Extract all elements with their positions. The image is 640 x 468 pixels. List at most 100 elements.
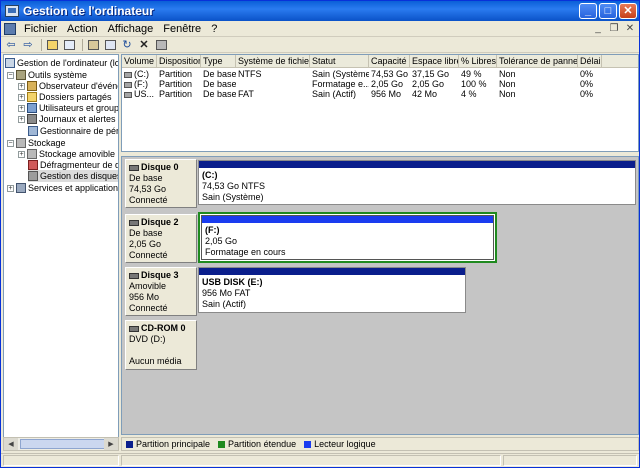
column-header-capacity[interactable]: Capacité — [369, 55, 410, 68]
column-header-type[interactable]: Type — [201, 55, 236, 68]
title-bar[interactable]: Gestion de l'ordinateur _ □ ✕ — [1, 1, 639, 21]
maximize-button[interactable]: □ — [599, 3, 617, 19]
disk-name-text: CD-ROM 0 — [141, 323, 186, 333]
column-header-overhead[interactable]: Délai — [578, 55, 602, 68]
expand-icon[interactable]: + — [18, 115, 25, 123]
tree-item-label: Stockage — [28, 138, 66, 148]
tree-horizontal-scrollbar[interactable]: ◀ ▶ — [3, 437, 119, 451]
disk-size: 2,05 Go — [129, 239, 162, 249]
column-header-volume[interactable]: Volume — [122, 55, 157, 68]
cell-volume: (C:) — [122, 69, 157, 79]
legend-swatch — [218, 440, 226, 448]
cell-capacity: 74,53 Go — [371, 69, 409, 79]
partition-info: 74,53 Go NTFS — [202, 181, 266, 191]
collapse-icon[interactable]: − — [7, 71, 14, 79]
tree-item-device-manager[interactable]: Gestionnaire de périph — [28, 125, 118, 137]
toolbar: ⇦ ⇨ ↻ ✕ — [1, 37, 639, 53]
show-tree-icon[interactable] — [62, 38, 76, 52]
properties-icon[interactable] — [86, 38, 100, 52]
column-header-status[interactable]: Statut — [310, 55, 369, 68]
mmc-icon[interactable] — [4, 22, 16, 35]
volume-row-usb[interactable]: US... Partition De base FAT Sain (Actif)… — [122, 89, 638, 99]
tree-item-label: Observateur d'événem — [39, 81, 118, 91]
disk-icon — [129, 219, 139, 226]
column-header-fault-tolerance[interactable]: Tolérance de pannes — [497, 55, 578, 68]
tree-item-services-applications[interactable]: + Services et applications — [7, 182, 119, 194]
expand-icon[interactable]: + — [18, 104, 25, 112]
shared-folder-icon — [27, 92, 37, 102]
menu-help[interactable]: ? — [206, 23, 222, 35]
scroll-left-arrow-icon[interactable]: ◀ — [4, 438, 18, 450]
disk-type: DVD (D:) — [129, 334, 166, 344]
disk-2-label[interactable]: Disque 2 De base 2,05 Go Connecté — [125, 214, 197, 263]
tree-item-performance-logs[interactable]: + Journaux et alertes de — [18, 113, 118, 125]
mdi-close-icon[interactable]: ✕ — [623, 23, 637, 35]
expand-icon[interactable]: + — [18, 150, 25, 158]
tree-item-label: Services et applications — [28, 183, 119, 193]
cell-overhead: 0% — [580, 79, 594, 89]
services-icon — [16, 183, 26, 193]
tree-item-label: Journaux et alertes de — [39, 114, 118, 124]
legend-logical-drive: Lecteur logique — [304, 439, 376, 449]
cell-free-space: 37,15 Go — [412, 69, 450, 79]
scroll-thumb[interactable] — [20, 439, 112, 449]
expand-icon[interactable]: + — [18, 93, 25, 101]
primary-partition-bar — [199, 268, 465, 275]
partition-info: 2,05 Go — [205, 236, 238, 246]
refresh-icon[interactable]: ↻ — [120, 38, 134, 52]
volume-row-c[interactable]: (C:) Partition De base NTFS Sain (Systèm… — [122, 69, 638, 79]
tools-icon — [16, 70, 26, 80]
disk-name: Disque 2 — [129, 217, 193, 228]
cell-filesystem: NTFS — [238, 69, 262, 79]
close-button[interactable]: ✕ — [619, 3, 637, 19]
tree-item-disk-management[interactable]: Gestion des disques — [28, 170, 118, 182]
computer-management-icon — [5, 5, 19, 17]
menu-action[interactable]: Action — [62, 23, 103, 35]
volume-row-f[interactable]: (F:) Partition De base Formatage e... 2,… — [122, 79, 638, 89]
tree-item-computer-management[interactable]: Gestion de l'ordinateur (local — [5, 57, 119, 69]
partition-name: (F:) — [205, 225, 220, 235]
disk-properties-icon[interactable] — [154, 38, 168, 52]
cell-free-space: 2,05 Go — [412, 79, 445, 89]
minimize-button[interactable]: _ — [579, 3, 597, 19]
cell-volume-text: (C:) — [134, 69, 149, 79]
menu-view[interactable]: Affichage — [103, 23, 159, 35]
tree-item-label: Gestion de l'ordinateur (local — [17, 58, 119, 68]
mdi-restore-icon[interactable]: ❐ — [607, 23, 621, 35]
partition-name: (C:) — [202, 170, 218, 180]
legend-extended-partition: Partition étendue — [218, 439, 296, 449]
menu-file[interactable]: Fichier — [19, 23, 62, 35]
device-manager-icon — [28, 126, 38, 136]
legend-swatch — [304, 440, 312, 448]
volume-list[interactable]: Volume Disposition Type Système de fichi… — [121, 54, 639, 152]
disk-map[interactable]: Disque 0 De base 74,53 Go Connecté (C:) … — [121, 156, 639, 435]
back-arrow-icon[interactable]: ⇦ — [4, 38, 18, 52]
status-bar — [1, 453, 639, 467]
partition-info: 956 Mo FAT — [202, 288, 251, 298]
disk-name: Disque 3 — [129, 270, 193, 281]
column-header-layout[interactable]: Disposition — [157, 55, 201, 68]
disk-status: Connecté — [129, 303, 168, 313]
scroll-right-arrow-icon[interactable]: ▶ — [104, 438, 118, 450]
column-header-percent-free[interactable]: % Libres — [459, 55, 497, 68]
cell-type: De base — [203, 69, 236, 79]
delete-icon[interactable]: ✕ — [137, 38, 151, 52]
mdi-minimize-icon[interactable]: _ — [591, 23, 605, 35]
partition-f[interactable]: (F:) 2,05 Go Formatage en cours — [198, 212, 497, 263]
disk-0-label[interactable]: Disque 0 De base 74,53 Go Connecté — [125, 159, 197, 208]
help-icon[interactable] — [103, 38, 117, 52]
disk-3-label[interactable]: Disque 3 Amovible 956 Mo Connecté — [125, 267, 197, 316]
collapse-icon[interactable]: − — [7, 139, 14, 147]
forward-arrow-icon[interactable]: ⇨ — [21, 38, 35, 52]
partition-usb-e[interactable]: USB DISK (E:) 956 Mo FAT Sain (Actif) — [198, 267, 466, 313]
column-header-filesystem[interactable]: Système de fichiers — [236, 55, 310, 68]
expand-icon[interactable]: + — [18, 82, 25, 90]
disk-name: Disque 0 — [129, 162, 193, 173]
cdrom-0-label[interactable]: CD-ROM 0 DVD (D:) Aucun média — [125, 320, 197, 370]
expand-icon[interactable]: + — [7, 184, 14, 192]
console-tree[interactable]: Gestion de l'ordinateur (local − Outils … — [3, 54, 119, 451]
up-folder-icon[interactable] — [45, 38, 59, 52]
menu-window[interactable]: Fenêtre — [158, 23, 206, 35]
partition-c[interactable]: (C:) 74,53 Go NTFS Sain (Système) — [198, 160, 636, 205]
column-header-free-space[interactable]: Espace libre — [410, 55, 459, 68]
